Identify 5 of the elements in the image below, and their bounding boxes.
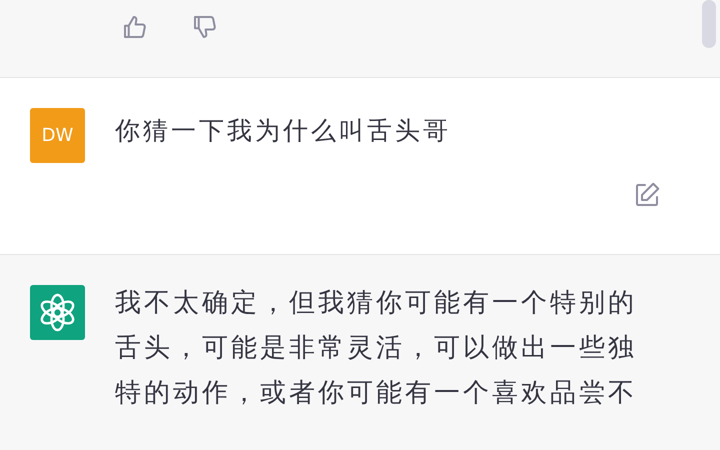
assistant-message: 我不太确定，但我猜你可能有一个特别的舌头，可能是非常灵活，可以做出一些独特的动作，或者你可能有一个喜欢品尝不 — [115, 287, 638, 410]
assistant-logo-icon — [30, 285, 85, 340]
user-avatar: DW — [30, 108, 85, 163]
scrollbar-thumb[interactable] — [702, 0, 716, 48]
user-message: 你猜一下我为什么叫舌头哥 — [115, 115, 451, 147]
